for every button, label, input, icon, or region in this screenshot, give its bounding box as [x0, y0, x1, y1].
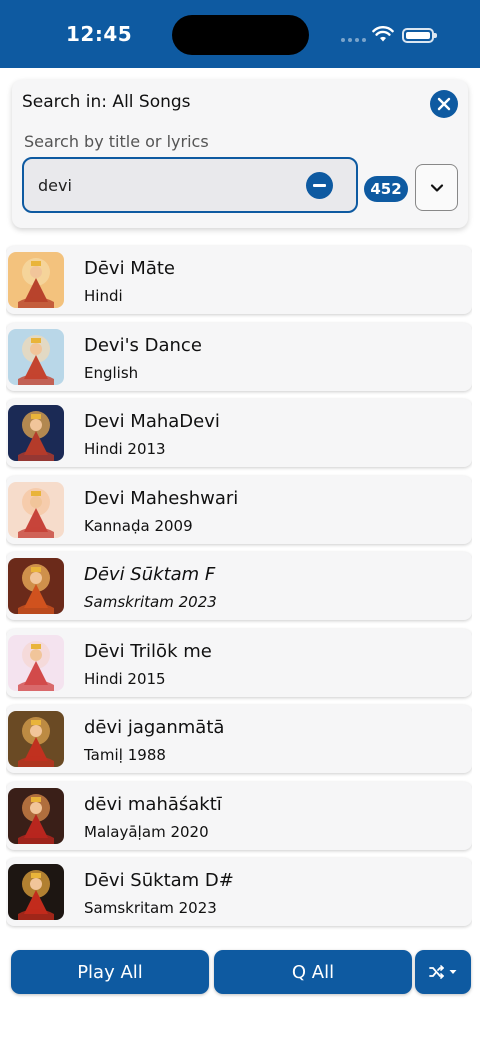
song-row[interactable]: dēvi mahāśaktī Malayāḷam 2020 [6, 781, 472, 850]
song-title: Devi Maheshwari [84, 487, 239, 509]
search-scope-title: Search in: All Songs [22, 92, 191, 112]
song-title: Devi's Dance [84, 334, 202, 356]
chevron-down-icon [430, 183, 443, 192]
caret-down-icon [449, 970, 457, 974]
song-row[interactable]: Dēvi Trilōk me Hindi 2015 [6, 628, 472, 697]
album-art-image [8, 328, 64, 385]
shuffle-icon [429, 965, 444, 979]
song-title: Dēvi Sūktam F [84, 564, 216, 585]
album-art-image [8, 405, 64, 461]
song-row[interactable]: Devi Maheshwari Kannaḍa 2009 [6, 475, 472, 544]
close-icon [437, 97, 451, 111]
song-title: Dēvi Māte [84, 258, 176, 279]
search-panel: Search in: All Songs Search by title or … [12, 80, 468, 228]
dynamic-island [172, 15, 309, 55]
album-art-image [8, 864, 64, 920]
clear-search-button[interactable] [306, 172, 333, 199]
song-list[interactable]: Dēvi Māte Hindi Devi's Dance English Devi Ma… [6, 244, 472, 936]
status-bar: 12:45 [0, 0, 480, 68]
album-art-image [8, 634, 64, 691]
search-field[interactable] [22, 157, 358, 213]
song-language-year: Samskritam 2023 [84, 899, 217, 917]
song-row[interactable]: Devi MahaDevi Hindi 2013 [6, 399, 472, 467]
song-language-year: Hindi 2013 [84, 440, 166, 458]
album-art-image [8, 787, 64, 844]
song-title: Devi MahaDevi [84, 411, 220, 432]
action-bar: Play All Q All [0, 936, 480, 1043]
album-art-image [8, 711, 64, 767]
battery-icon [402, 28, 437, 43]
song-language-year: Tamiḷ 1988 [84, 746, 166, 764]
song-title: dēvi jaganmātā [84, 717, 225, 738]
search-hint-label: Search by title or lyrics [24, 132, 209, 151]
cellular-signal-icon [341, 38, 366, 42]
song-language-year: Hindi 2015 [84, 669, 166, 688]
album-art-image [8, 481, 64, 538]
song-language-year: Hindi [84, 287, 123, 305]
status-time: 12:45 [66, 22, 133, 46]
song-language-year: English [84, 363, 139, 382]
song-row[interactable]: Dēvi Sūktam D# Samskritam 2023 [6, 858, 472, 926]
song-title: Dēvi Trilōk me [84, 640, 212, 662]
song-row[interactable]: Dēvi Sūktam F Samskritam 2023 [6, 552, 472, 620]
minus-circle-icon [313, 184, 326, 187]
song-row[interactable]: dēvi jaganmātā Tamiḷ 1988 [6, 705, 472, 773]
song-row[interactable]: Devi's Dance English [6, 322, 472, 391]
wifi-icon [372, 26, 394, 42]
result-count-badge: 452 [364, 176, 408, 202]
album-art-image [8, 558, 64, 614]
song-language-year: Malayāḷam 2020 [84, 822, 209, 841]
song-language-year: Samskritam 2023 [84, 593, 217, 611]
shuffle-menu-button[interactable] [415, 950, 471, 994]
album-art-image [8, 252, 64, 308]
search-input[interactable] [38, 173, 298, 197]
song-row[interactable]: Dēvi Māte Hindi [6, 246, 472, 314]
search-options-dropdown[interactable] [415, 164, 458, 211]
queue-all-button[interactable]: Q All [214, 950, 412, 994]
play-all-button[interactable]: Play All [11, 950, 209, 994]
song-title: dēvi mahāśaktī [84, 793, 222, 815]
close-search-button[interactable] [430, 90, 458, 118]
song-language-year: Kannaḍa 2009 [84, 516, 193, 535]
song-title: Dēvi Sūktam D# [84, 870, 234, 891]
